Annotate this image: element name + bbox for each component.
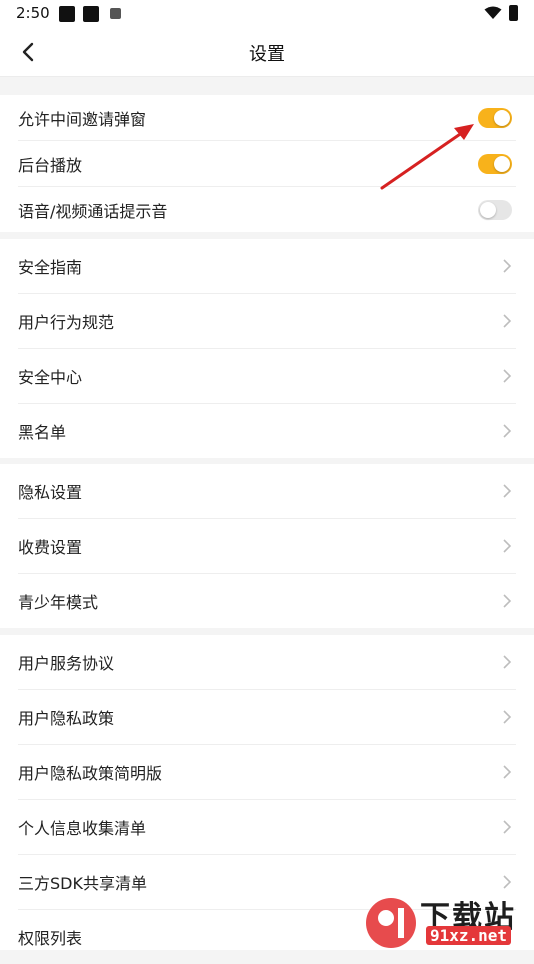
privacy-policy-item[interactable]: 用户隐私政策 (18, 690, 516, 745)
list-item-label: 用户隐私政策简明版 (18, 764, 163, 783)
list-item-label: 青少年模式 (18, 593, 99, 612)
call-ringtone-row: 语音/视频通话提示音 (18, 187, 516, 232)
toggle-label: 语音/视频通话提示音 (18, 201, 168, 221)
list-item-label: 权限列表 (18, 929, 83, 948)
privacy-settings-group: 隐私设置 收费设置 青少年模式 (0, 464, 534, 628)
background-play-toggle[interactable] (478, 153, 512, 174)
wifi-icon (484, 6, 502, 19)
security-center-item[interactable]: 安全中心 (18, 349, 516, 404)
toggle-label: 允许中间邀请弹窗 (18, 109, 147, 129)
background-play-row: 后台播放 (18, 141, 516, 187)
list-item-label: 黑名单 (18, 423, 67, 442)
call-ringtone-toggle[interactable] (478, 199, 512, 220)
chevron-right-icon (503, 484, 512, 498)
fee-settings-item[interactable]: 收费设置 (18, 519, 516, 574)
third-party-sdk-item[interactable]: 三方SDK共享清单 (18, 855, 516, 910)
chevron-right-icon (503, 539, 512, 553)
toggle-settings-group: 允许中间邀请弹窗 后台播放 语音/视频通话提示音 (0, 95, 534, 232)
privacy-settings-item[interactable]: 隐私设置 (18, 464, 516, 519)
chevron-right-icon (503, 369, 512, 383)
chevron-right-icon (503, 259, 512, 273)
safety-group: 安全指南 用户行为规范 安全中心 黑名单 (0, 239, 534, 458)
list-item-label: 隐私设置 (18, 483, 83, 502)
list-item-label: 安全指南 (18, 258, 83, 277)
chevron-right-icon (503, 875, 512, 889)
chevron-right-icon (503, 424, 512, 438)
chevron-right-icon (503, 765, 512, 779)
list-item-label: 三方SDK共享清单 (18, 874, 147, 893)
page-title: 设置 (249, 44, 285, 65)
invite-popup-toggle[interactable] (478, 107, 512, 128)
list-item-label: 收费设置 (18, 538, 83, 557)
list-item-label: 安全中心 (18, 368, 83, 387)
chevron-right-icon (503, 594, 512, 608)
top-bar: 设置 (0, 28, 534, 77)
privacy-policy-brief-item[interactable]: 用户隐私政策简明版 (18, 745, 516, 800)
notification-icon (59, 6, 75, 22)
battery-icon (509, 5, 518, 21)
list-item-label: 用户隐私政策 (18, 709, 115, 728)
agreements-group: 用户服务协议 用户隐私政策 用户隐私政策简明版 个人信息收集清单 三方SDK共享… (0, 635, 534, 950)
chevron-right-icon (503, 820, 512, 834)
user-conduct-item[interactable]: 用户行为规范 (18, 294, 516, 349)
safety-guide-item[interactable]: 安全指南 (18, 239, 516, 294)
notification-icon (110, 8, 121, 19)
teen-mode-item[interactable]: 青少年模式 (18, 574, 516, 628)
chevron-right-icon (503, 710, 512, 724)
notification-icon (83, 6, 99, 22)
status-time: 2:50 (16, 4, 50, 22)
list-item-label: 个人信息收集清单 (18, 819, 147, 838)
status-bar: 2:50 (0, 0, 534, 28)
blacklist-item[interactable]: 黑名单 (18, 404, 516, 458)
chevron-right-icon (503, 314, 512, 328)
chevron-right-icon (503, 655, 512, 669)
invite-popup-row: 允许中间邀请弹窗 (18, 95, 516, 141)
service-agreement-item[interactable]: 用户服务协议 (18, 635, 516, 690)
list-item-label: 用户行为规范 (18, 313, 115, 332)
permission-list-item[interactable]: 权限列表 (18, 910, 516, 964)
toggle-label: 后台播放 (18, 155, 83, 175)
list-item-label: 用户服务协议 (18, 654, 115, 673)
personal-info-list-item[interactable]: 个人信息收集清单 (18, 800, 516, 855)
